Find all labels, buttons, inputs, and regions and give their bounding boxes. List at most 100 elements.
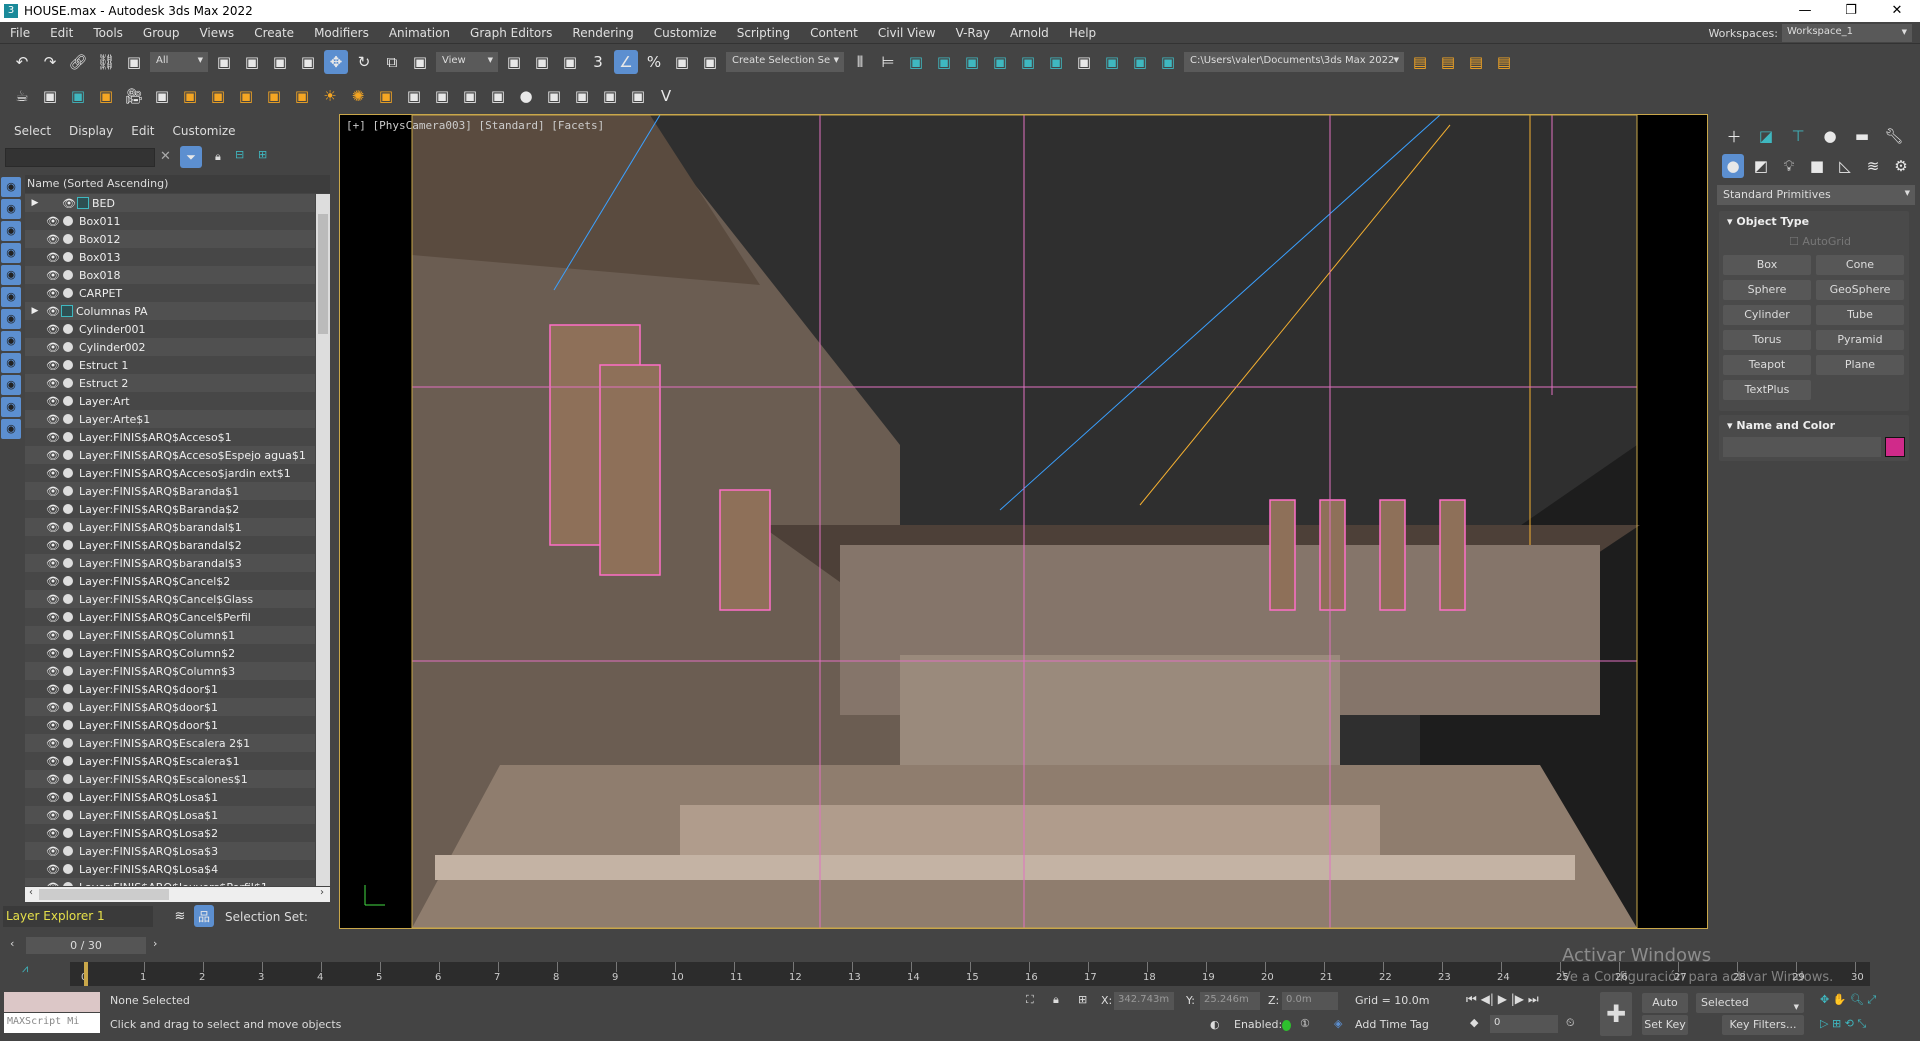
tab-select[interactable]: Select xyxy=(14,124,51,138)
viewport-nav-icons[interactable]: ✥ ✋ 🔍︎ ⤢ xyxy=(1820,993,1876,1007)
freeze-toggle-icon[interactable] xyxy=(63,342,73,352)
list-item[interactable]: 👁︎ Layer:FINIS$ARQ$barandal$2 xyxy=(25,536,315,554)
visibility-eye-icon[interactable]: 👁︎ xyxy=(45,593,61,606)
render-frame-icon[interactable]: ▣ xyxy=(66,84,90,108)
manipulate-icon[interactable]: ▣ xyxy=(530,50,554,74)
schematic-icon[interactable]: ▣ xyxy=(1044,50,1068,74)
menu-animation[interactable]: Animation xyxy=(379,26,460,40)
display-groups-icon[interactable]: ◉ xyxy=(1,309,21,329)
list-item[interactable]: 👁︎ Cylinder001 xyxy=(25,320,315,338)
freeze-toggle-icon[interactable] xyxy=(63,882,73,886)
playback-controls[interactable]: ⏮ ◀| ▶ |▶ ⏭ xyxy=(1466,992,1539,1007)
named-selection-dropdown[interactable]: Create Selection Se xyxy=(726,52,844,72)
selection-filter-dropdown[interactable]: All xyxy=(150,52,208,72)
list-item[interactable]: 👁︎ Estruct 1 xyxy=(25,356,315,374)
modify-tab-icon[interactable]: ◪ xyxy=(1754,124,1778,148)
key-filters-button[interactable]: Key Filters... xyxy=(1722,1015,1804,1035)
explorer-search-input[interactable] xyxy=(5,148,155,167)
create-geosphere-button[interactable]: GeoSphere xyxy=(1816,280,1904,300)
object-color-swatch[interactable] xyxy=(1885,437,1905,457)
freeze-toggle-icon[interactable] xyxy=(63,216,73,226)
visibility-eye-icon[interactable]: 👁︎ xyxy=(45,233,61,246)
freeze-toggle-icon[interactable] xyxy=(63,594,73,604)
freeze-toggle-icon[interactable] xyxy=(63,234,73,244)
freeze-toggle-icon[interactable] xyxy=(63,720,73,730)
motion-tab-icon[interactable]: ● xyxy=(1818,124,1842,148)
object-name-input[interactable] xyxy=(1723,437,1881,457)
teapot-icon[interactable]: ☕︎ xyxy=(10,84,34,108)
display-cameras-icon[interactable]: ◉ xyxy=(1,243,21,263)
rendered-frame-icon[interactable]: ▣ xyxy=(1128,50,1152,74)
display-shapes-icon[interactable]: ◉ xyxy=(1,199,21,219)
multimaterial-icon[interactable]: ▣ xyxy=(542,84,566,108)
list-item[interactable]: 👁︎ Layer:FINIS$ARQ$barandal$3 xyxy=(25,554,315,572)
freeze-toggle-icon[interactable] xyxy=(63,864,73,874)
next-frame-button[interactable]: › xyxy=(153,937,157,950)
menu-file[interactable]: File xyxy=(0,26,40,40)
auto-key-button[interactable]: Auto Key xyxy=(1642,993,1688,1029)
primitive-category-dropdown[interactable]: Standard Primitives xyxy=(1717,185,1915,205)
list-item[interactable]: 👁︎ Cylinder002 xyxy=(25,338,315,356)
visibility-eye-icon[interactable]: 👁︎ xyxy=(45,341,61,354)
display-space-warps-icon[interactable]: ◉ xyxy=(1,287,21,307)
visibility-eye-icon[interactable]: 👁︎ xyxy=(45,611,61,624)
clear-search-icon[interactable]: ✕ xyxy=(160,149,171,164)
menu-edit[interactable]: Edit xyxy=(40,26,83,40)
torus-icon[interactable]: ▣ xyxy=(38,84,62,108)
camera-icon[interactable]: 🎥︎ xyxy=(122,84,146,108)
create-torus-button[interactable]: Torus xyxy=(1723,330,1811,350)
visibility-eye-icon[interactable]: 👁︎ xyxy=(45,701,61,714)
visibility-eye-icon[interactable]: 👁︎ xyxy=(45,269,61,282)
camera-viewport[interactable]: [+] [PhysCamera003] [Standard] [Facets] xyxy=(339,114,1708,929)
restore-button[interactable]: ❐ xyxy=(1828,0,1874,22)
freeze-toggle-icon[interactable] xyxy=(63,774,73,784)
menu-customize[interactable]: Customize xyxy=(644,26,727,40)
visibility-eye-icon[interactable]: 👁︎ xyxy=(45,323,61,336)
list-item[interactable]: 👁︎ Layer:FINIS$ARQ$Acceso$1 xyxy=(25,428,315,446)
viewport-nav-icons-2[interactable]: ▷ ⊞ ⟲ ⤡ xyxy=(1820,1017,1866,1031)
ambient-icon[interactable]: ▣ xyxy=(486,84,510,108)
list-item[interactable]: 👁︎ Layer:FINIS$ARQ$Losa$4 xyxy=(25,860,315,878)
add-time-tag[interactable]: Add Time Tag xyxy=(1355,1018,1429,1031)
visibility-eye-icon[interactable]: 👁︎ xyxy=(45,521,61,534)
freeze-toggle-icon[interactable] xyxy=(63,576,73,586)
time-tag-icon[interactable]: ① xyxy=(1300,1017,1310,1030)
freeze-toggle-icon[interactable] xyxy=(63,558,73,568)
menu-graph-editors[interactable]: Graph Editors xyxy=(460,26,562,40)
freeze-toggle-icon[interactable] xyxy=(63,630,73,640)
freeze-toggle-icon[interactable] xyxy=(63,756,73,766)
layers-icon[interactable]: ≋ xyxy=(170,905,190,927)
select-object-icon[interactable]: ▣ xyxy=(212,50,236,74)
y-coordinate[interactable]: 25.246m xyxy=(1200,992,1260,1010)
display-xrefs-icon[interactable]: ◉ xyxy=(1,331,21,351)
visibility-eye-icon[interactable]: 👁︎ xyxy=(45,305,61,318)
list-item[interactable]: 👁︎ Layer:FINIS$ARQ$Losa$1 xyxy=(25,788,315,806)
visibility-eye-icon[interactable]: 👁︎ xyxy=(45,647,61,660)
texture-icon[interactable]: ▣ xyxy=(570,84,594,108)
reference-coordinate-dropdown[interactable]: View xyxy=(436,52,498,72)
visibility-eye-icon[interactable]: 👁︎ xyxy=(45,809,61,822)
undo-icon[interactable]: ↶ xyxy=(10,50,34,74)
visibility-eye-icon[interactable]: 👁︎ xyxy=(45,719,61,732)
visibility-eye-icon[interactable]: 👁︎ xyxy=(45,881,61,887)
freeze-toggle-icon[interactable] xyxy=(63,288,73,298)
list-item[interactable]: 👁︎ Layer:FINIS$ARQ$Baranda$1 xyxy=(25,482,315,500)
hierarchy-tab-icon[interactable]: ⊤ xyxy=(1786,124,1810,148)
curve-editor-toggle-icon[interactable]: ⩘ xyxy=(22,962,28,976)
menu-content[interactable]: Content xyxy=(800,26,868,40)
freeze-toggle-icon[interactable] xyxy=(63,360,73,370)
visibility-eye-icon[interactable]: 👁︎ xyxy=(45,215,61,228)
list-item[interactable]: 👁︎ Box011 xyxy=(25,212,315,230)
visibility-eye-icon[interactable]: 👁︎ xyxy=(61,197,77,210)
list-item[interactable]: 👁︎ CARPET xyxy=(25,284,315,302)
visibility-eye-icon[interactable]: 👁︎ xyxy=(45,359,61,372)
project-tree2-icon[interactable]: ▤ xyxy=(1492,50,1516,74)
lights-icon[interactable]: 💡︎ xyxy=(1778,154,1800,178)
set-key-button[interactable]: Set Key xyxy=(1642,1015,1688,1035)
freeze-toggle-icon[interactable] xyxy=(63,522,73,532)
close-button[interactable]: ✕ xyxy=(1874,0,1920,22)
freeze-toggle-icon[interactable] xyxy=(63,828,73,838)
vertical-scrollbar[interactable] xyxy=(316,194,330,886)
menu-views[interactable]: Views xyxy=(189,26,244,40)
time-slider-handle[interactable] xyxy=(84,962,88,986)
